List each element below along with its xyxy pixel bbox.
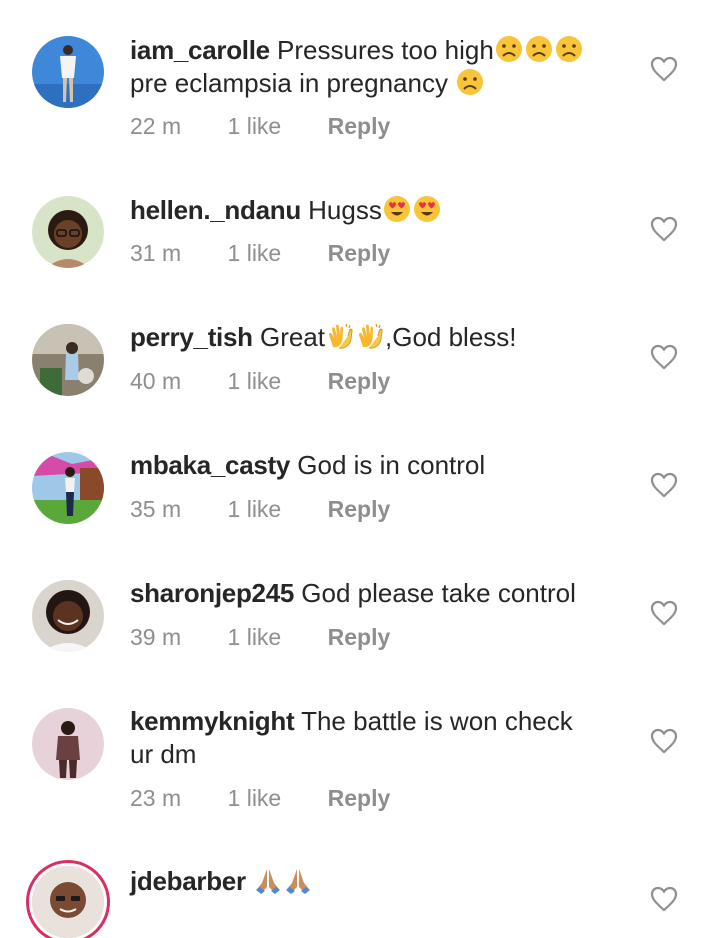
clapping-hands-icon [355, 321, 385, 351]
reply-button[interactable]: Reply [328, 496, 391, 523]
comment-body: perry_tish Great ,God bless! [130, 321, 620, 354]
comment-meta: 31 m 1 like Reply [130, 240, 390, 267]
comment-username[interactable]: jdebarber [130, 866, 246, 896]
reply-button[interactable]: Reply [328, 240, 391, 267]
avatar[interactable] [32, 866, 104, 938]
sad-face-icon [524, 34, 554, 64]
comment-likes[interactable]: 1 like [228, 113, 282, 140]
comment-likes[interactable]: 1 like [228, 240, 282, 267]
comment-likes[interactable]: 1 like [228, 785, 282, 812]
like-heart-icon[interactable] [650, 600, 678, 626]
comment-text: Pressures too high [277, 35, 494, 65]
sad-face-icon [455, 67, 485, 97]
avatar[interactable] [32, 452, 104, 524]
heart-eyes-face-icon [382, 194, 412, 224]
comment-text: Great [259, 322, 325, 352]
comment-body: jdebarber [130, 865, 620, 898]
avatar[interactable] [32, 196, 104, 268]
comment-likes[interactable]: 1 like [228, 368, 282, 395]
comment-text: Hugss [308, 195, 382, 225]
comment-meta: 23 m 1 like Reply [130, 785, 390, 812]
reply-button[interactable]: Reply [328, 113, 391, 140]
heart-eyes-face-icon [412, 194, 442, 224]
comment-body: hellen._ndanu Hugss [130, 194, 620, 227]
comment-body: kemmyknight The battle is won check ur d… [130, 705, 620, 771]
avatar[interactable] [32, 708, 104, 780]
like-heart-icon[interactable] [650, 216, 678, 242]
comment-text: ur dm [130, 739, 197, 769]
comment-time: 31 m [130, 240, 182, 266]
like-heart-icon[interactable] [650, 344, 678, 370]
comment-username[interactable]: mbaka_casty [130, 450, 290, 480]
folded-hands-icon [253, 865, 283, 895]
comment-username[interactable]: perry_tish [130, 322, 253, 352]
comment-meta: 35 m 1 like Reply [130, 496, 390, 523]
comment-text: God please take control [301, 578, 576, 608]
reply-button[interactable]: Reply [328, 624, 391, 651]
comment-username[interactable]: hellen._ndanu [130, 195, 301, 225]
comment-username[interactable]: iam_carolle [130, 35, 270, 65]
sad-face-icon [554, 34, 584, 64]
comment-text: ,God bless! [385, 322, 517, 352]
like-heart-icon[interactable] [650, 886, 678, 912]
folded-hands-icon [283, 865, 313, 895]
like-heart-icon[interactable] [650, 472, 678, 498]
comment-meta: 39 m 1 like Reply [130, 624, 390, 651]
comment-time: 22 m [130, 113, 182, 139]
comment-time: 40 m [130, 368, 182, 394]
comment-body: sharonjep245 God please take control [130, 577, 620, 610]
comment-likes[interactable]: 1 like [228, 496, 282, 523]
avatar[interactable] [32, 36, 104, 108]
comment-meta: 40 m 1 like Reply [130, 368, 390, 395]
comment-body: iam_carolle Pressures too high pre eclam… [130, 34, 620, 100]
clapping-hands-icon [325, 321, 355, 351]
avatar[interactable] [32, 580, 104, 652]
comment-text: The battle is won check [301, 706, 573, 736]
comment-likes[interactable]: 1 like [228, 624, 282, 651]
comment-body: mbaka_casty God is in control [130, 449, 620, 482]
comment-username[interactable]: kemmyknight [130, 706, 295, 736]
comment-text: God is in control [297, 450, 486, 480]
reply-button[interactable]: Reply [328, 368, 391, 395]
avatar[interactable] [32, 324, 104, 396]
comment-time: 35 m [130, 496, 182, 522]
like-heart-icon[interactable] [650, 728, 678, 754]
comment-time: 23 m [130, 785, 182, 811]
sad-face-icon [494, 34, 524, 64]
like-heart-icon[interactable] [650, 56, 678, 82]
comment-time: 39 m [130, 624, 182, 650]
comment-username[interactable]: sharonjep245 [130, 578, 294, 608]
comment-meta: 22 m 1 like Reply [130, 113, 390, 140]
reply-button[interactable]: Reply [328, 785, 391, 812]
comment-text: pre eclampsia in pregnancy [130, 68, 448, 98]
